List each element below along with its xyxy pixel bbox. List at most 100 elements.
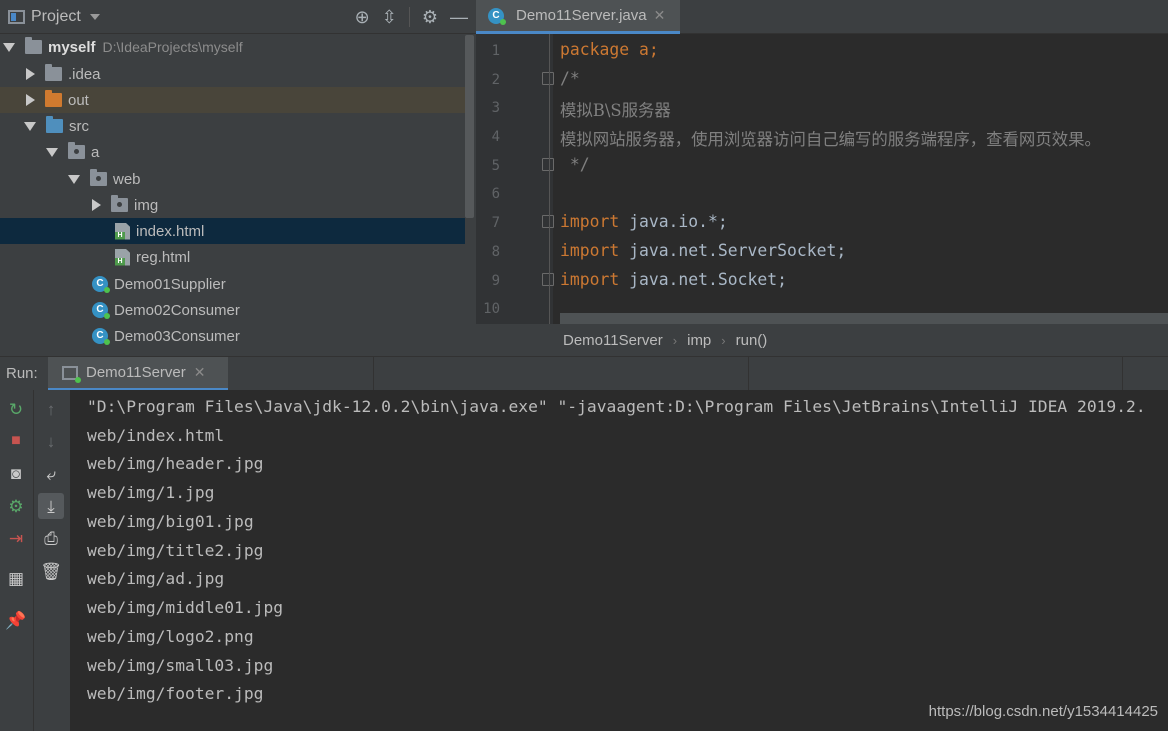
code-line[interactable]: import java.net.ServerSocket; xyxy=(560,241,846,260)
line-number: 6 xyxy=(491,186,500,202)
code-line[interactable]: package a; xyxy=(560,40,659,59)
layout-icon[interactable]: ▦ xyxy=(3,565,29,591)
tree-item-label: myself xyxy=(48,38,96,56)
tree-item-myself[interactable]: myself D:\IdeaProjects\myself xyxy=(0,34,465,60)
code-line[interactable]: import java.io.*; xyxy=(560,212,728,231)
tree-item-label: web xyxy=(113,170,141,188)
console-line: web/img/ad.jpg xyxy=(87,569,225,588)
tree-item-package-a[interactable]: a xyxy=(0,139,465,165)
fold-marker-icon[interactable] xyxy=(542,158,554,171)
code-line[interactable]: import java.net.Socket; xyxy=(560,270,787,289)
editor-horizontal-scrollbar[interactable] xyxy=(560,313,1168,324)
tree-item-img[interactable]: img xyxy=(0,192,465,218)
trash-icon[interactable]: 🗑 xyxy=(38,558,64,584)
gutter-divider xyxy=(549,34,550,324)
console-line: web/img/footer.jpg xyxy=(87,684,264,703)
java-class-icon: C xyxy=(92,328,110,345)
project-header: Project ⊕ ⇳ ⚙ — xyxy=(0,0,476,34)
console-line: web/index.html xyxy=(87,426,225,445)
arrow-up-icon[interactable]: ↑ xyxy=(38,396,64,422)
stop-icon[interactable]: ■ xyxy=(3,428,29,454)
line-number: 2 xyxy=(491,72,500,88)
tree-item-label: out xyxy=(68,91,89,109)
project-view-selector[interactable]: Project xyxy=(31,8,81,26)
close-icon[interactable]: ✕ xyxy=(654,7,666,24)
tree-item-out[interactable]: out xyxy=(0,87,465,113)
rerun-icon[interactable]: ↻ xyxy=(3,396,29,422)
code-text: java.net.ServerSocket; xyxy=(619,241,847,260)
console-output[interactable]: "D:\Program Files\Java\jdk-12.0.2\bin\ja… xyxy=(70,390,1168,731)
code-text: java.net.Socket; xyxy=(619,270,787,289)
tree-item-demo01supplier[interactable]: C Demo01Supplier xyxy=(0,271,465,297)
expand-arrow-icon[interactable] xyxy=(3,42,15,52)
package-icon xyxy=(111,195,128,212)
fold-marker-icon[interactable] xyxy=(542,273,554,286)
run-tab-label: Demo11Server xyxy=(86,364,186,381)
expand-arrow-icon[interactable] xyxy=(46,147,58,157)
line-number: 8 xyxy=(491,244,500,260)
editor-tab-demo11server[interactable]: C Demo11Server.java ✕ xyxy=(476,0,680,34)
expand-arrow-icon[interactable] xyxy=(26,94,35,106)
run-tab-demo11server[interactable]: Demo11Server ✕ xyxy=(48,357,228,391)
print-icon[interactable]: ⎙ xyxy=(38,525,64,551)
pin-icon[interactable]: 📌 xyxy=(3,607,29,633)
code-line[interactable]: 模拟B\S服务器 xyxy=(560,97,671,121)
tree-item-demo02consumer[interactable]: C Demo02Consumer xyxy=(0,297,465,323)
tree-item-label: a xyxy=(91,143,100,161)
expand-arrow-icon[interactable] xyxy=(26,68,35,80)
chevron-down-icon[interactable] xyxy=(89,13,100,20)
fold-marker-icon[interactable] xyxy=(542,72,554,85)
camera-icon[interactable]: ◙ xyxy=(3,460,29,486)
tree-item-index-html[interactable]: index.html xyxy=(0,218,465,244)
fold-marker-icon[interactable] xyxy=(542,215,554,228)
watermark: https://blog.csdn.net/y1534414425 xyxy=(928,703,1158,720)
chevron-right-icon: › xyxy=(721,332,726,348)
tree-item-label: Demo01Supplier xyxy=(114,275,226,293)
breadcrumb-item[interactable]: run() xyxy=(736,332,768,349)
breadcrumb-item[interactable]: imp xyxy=(687,332,711,349)
locate-icon[interactable]: ⊕ xyxy=(355,8,370,26)
breadcrumb: Demo11Server › imp › run() xyxy=(476,324,1168,356)
tree-scrollbar[interactable] xyxy=(465,35,474,218)
console-line: web/img/small03.jpg xyxy=(87,656,274,675)
code-line[interactable]: */ xyxy=(560,155,590,174)
tree-item-web[interactable]: web xyxy=(0,166,465,192)
java-class-icon: C xyxy=(488,7,506,25)
tree-item-label: Demo03Consumer xyxy=(114,327,240,345)
package-icon xyxy=(68,142,85,159)
keyword: import xyxy=(560,212,620,231)
editor-tab-bar: C Demo11Server.java ✕ xyxy=(476,0,1168,34)
project-panel: Project ⊕ ⇳ ⚙ — myself D:\IdeaProjects\m… xyxy=(0,0,476,356)
breadcrumb-item[interactable]: Demo11Server xyxy=(563,332,663,349)
line-number: 7 xyxy=(491,215,500,231)
restore-layout-icon[interactable]: ⚙ xyxy=(3,493,29,519)
close-icon[interactable]: ✕ xyxy=(194,364,206,381)
scroll-to-end-icon[interactable]: ⤓ xyxy=(38,493,64,519)
expand-arrow-icon[interactable] xyxy=(68,174,80,184)
line-number: 1 xyxy=(491,43,500,59)
code-line[interactable]: /* xyxy=(560,69,580,88)
html-file-icon xyxy=(115,248,130,266)
java-class-icon: C xyxy=(92,302,110,319)
arrow-down-icon[interactable]: ↓ xyxy=(38,428,64,454)
console-line: web/img/1.jpg xyxy=(87,483,215,502)
exit-icon[interactable]: ⇥ xyxy=(3,525,29,551)
tree-item-demo03consumer[interactable]: C Demo03Consumer xyxy=(0,323,465,349)
code-text: a; xyxy=(629,40,659,59)
expand-arrow-icon[interactable] xyxy=(24,121,36,131)
gear-icon[interactable]: ⚙ xyxy=(422,8,438,26)
tree-item-idea[interactable]: .idea xyxy=(0,61,465,87)
line-number: 5 xyxy=(491,158,500,174)
tree-item-reg-html[interactable]: reg.html xyxy=(0,244,465,270)
tree-item-label: reg.html xyxy=(136,248,191,266)
editor: C Demo11Server.java ✕ 1 2 3 4 5 6 7 8 9 … xyxy=(476,0,1168,356)
collapse-all-icon[interactable]: ⇳ xyxy=(382,8,397,26)
soft-wrap-icon[interactable]: ⤶ xyxy=(38,461,64,487)
tree-item-label: index.html xyxy=(136,222,205,240)
code-line[interactable]: 模拟网站服务器，使用浏览器访问自己编写的服务端程序，查看网页效果。 xyxy=(560,126,1101,150)
tree-item-src[interactable]: src xyxy=(0,113,465,139)
hide-icon[interactable]: — xyxy=(450,8,468,26)
line-number: 3 xyxy=(491,100,500,116)
chevron-right-icon: › xyxy=(672,332,678,348)
expand-arrow-icon[interactable] xyxy=(92,199,101,211)
